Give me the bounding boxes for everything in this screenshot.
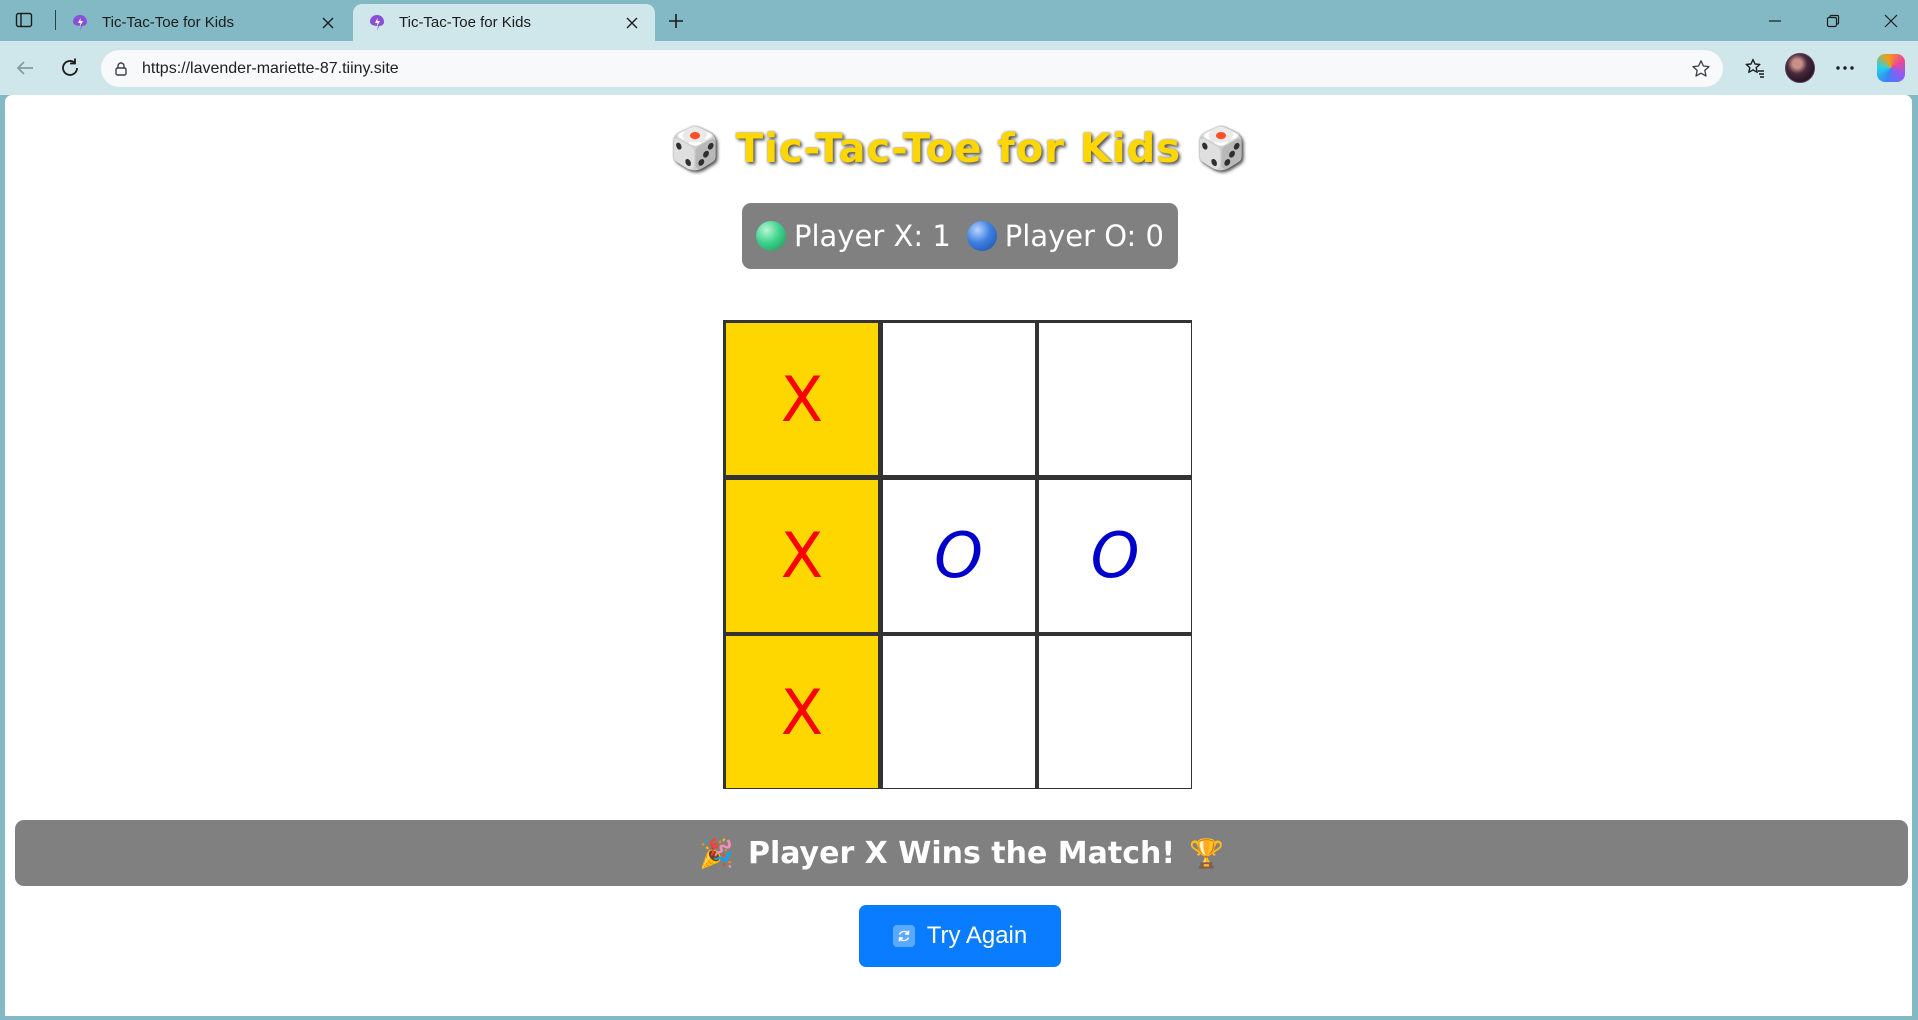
favicon-icon — [367, 13, 387, 33]
tab-2[interactable]: Tic-Tac-Toe for Kids — [353, 4, 655, 41]
dice-icon: 🎲 — [1196, 126, 1247, 172]
new-tab-icon[interactable] — [664, 9, 688, 33]
board-cell[interactable]: X — [726, 479, 878, 632]
board-cell[interactable] — [882, 323, 1035, 475]
browser-toolbar: https://lavender-mariette-87.tiiny.site — [0, 41, 1918, 95]
title-text: Tic-Tac-Toe for Kids — [735, 126, 1182, 172]
lock-icon[interactable] — [111, 59, 131, 79]
close-window-icon[interactable] — [1874, 8, 1908, 34]
status-message: 🎉 Player X Wins the Match! 🏆 — [15, 820, 1908, 886]
tab-title: Tic-Tac-Toe for Kids — [102, 14, 234, 31]
board-cell[interactable]: O — [1039, 479, 1191, 632]
refresh-icon[interactable] — [55, 53, 85, 83]
trophy-icon: 🏆 — [1189, 836, 1224, 870]
player-x-ball-icon — [756, 221, 786, 251]
copilot-icon[interactable] — [1877, 54, 1905, 82]
player-x-score: Player X: 1 — [794, 219, 951, 253]
back-arrow-icon[interactable] — [10, 53, 40, 83]
player-o-ball-icon — [966, 221, 997, 251]
game-board: X X O O X — [723, 320, 1192, 789]
board-cell[interactable]: X — [726, 323, 878, 475]
favicon-icon — [70, 13, 90, 33]
favorites-icon[interactable] — [1740, 53, 1770, 83]
sidebar-toggle-icon[interactable] — [14, 10, 34, 30]
more-options-icon[interactable] — [1830, 53, 1860, 83]
profile-avatar[interactable] — [1785, 53, 1815, 83]
board-cell[interactable] — [1039, 323, 1191, 475]
party-popper-icon: 🎉 — [699, 836, 734, 870]
address-bar[interactable]: https://lavender-mariette-87.tiiny.site — [101, 50, 1723, 87]
status-message-text: Player X Wins the Match! — [747, 835, 1176, 871]
try-again-button[interactable]: Try Again — [859, 905, 1061, 967]
board-cell[interactable] — [1039, 636, 1191, 788]
page-title: 🎲 Tic-Tac-Toe for Kids 🎲 — [5, 121, 1912, 177]
restore-icon[interactable] — [1816, 8, 1850, 34]
favorite-star-icon[interactable] — [1689, 57, 1713, 81]
board-cell[interactable]: O — [882, 479, 1035, 632]
close-icon[interactable] — [621, 12, 643, 34]
tab-1[interactable]: Tic-Tac-Toe for Kids — [56, 4, 351, 41]
tab-strip: Tic-Tac-Toe for Kids Tic-Tac-Toe for Kid… — [0, 0, 1918, 41]
tab-title: Tic-Tac-Toe for Kids — [399, 14, 531, 31]
page-viewport: 🎲 Tic-Tac-Toe for Kids 🎲 Player X: 1 Pla… — [5, 95, 1912, 1016]
player-o-score: Player O: 0 — [1004, 219, 1164, 253]
minimize-icon[interactable] — [1758, 8, 1792, 34]
board-cell[interactable] — [882, 636, 1035, 788]
board-cell[interactable]: X — [726, 636, 878, 788]
scoreboard: Player X: 1 Player O: 0 — [742, 203, 1178, 269]
url-text[interactable]: https://lavender-mariette-87.tiiny.site — [142, 50, 399, 87]
try-again-label: Try Again — [926, 922, 1028, 949]
refresh-icon — [892, 925, 915, 947]
close-icon[interactable] — [317, 12, 339, 34]
dice-icon: 🎲 — [670, 126, 721, 172]
